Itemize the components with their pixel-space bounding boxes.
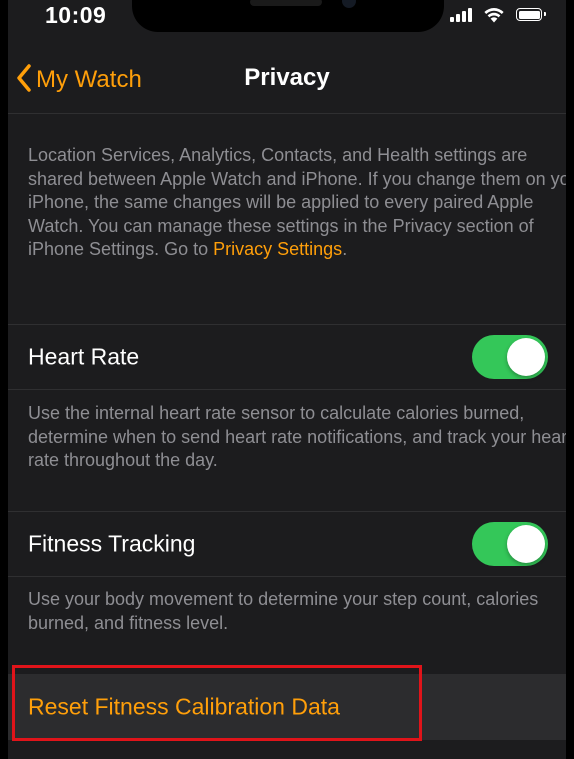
privacy-settings-link[interactable]: Privacy Settings	[213, 239, 342, 259]
signal-icon	[450, 8, 474, 22]
intro-suffix: .	[342, 239, 348, 259]
intro-description: Location Services, Analytics, Contacts, …	[8, 144, 566, 262]
toggle-knob	[507, 525, 545, 563]
status-time: 10:09	[45, 2, 107, 28]
reset-fitness-calibration-button[interactable]: Reset Fitness Calibration Data	[8, 674, 566, 740]
front-camera	[342, 0, 356, 8]
phone-frame: 10:09 My Watch Privacy Location Services…	[0, 0, 574, 759]
fitness-tracking-toggle[interactable]	[472, 522, 548, 566]
status-bar: 10:09	[8, 0, 566, 44]
speaker	[250, 0, 322, 6]
heart-rate-label: Heart Rate	[28, 343, 140, 370]
fitness-tracking-description: Use your body movement to determine your…	[28, 589, 539, 633]
notch	[132, 0, 444, 32]
page-title: Privacy	[244, 64, 330, 91]
screen: 10:09 My Watch Privacy Location Services…	[8, 0, 566, 759]
heart-rate-row: Heart Rate	[8, 324, 566, 390]
heart-rate-description: Use the internal heart rate sensor to ca…	[28, 403, 566, 470]
battery-icon	[516, 8, 546, 21]
fitness-tracking-row: Fitness Tracking	[8, 511, 566, 577]
wifi-icon	[482, 5, 506, 28]
fitness-tracking-label: Fitness Tracking	[28, 530, 196, 557]
navigation-bar: My Watch Privacy	[8, 44, 566, 114]
toggle-knob	[507, 338, 545, 376]
heart-rate-toggle[interactable]	[472, 335, 548, 379]
reset-fitness-calibration-label: Reset Fitness Calibration Data	[28, 693, 340, 720]
